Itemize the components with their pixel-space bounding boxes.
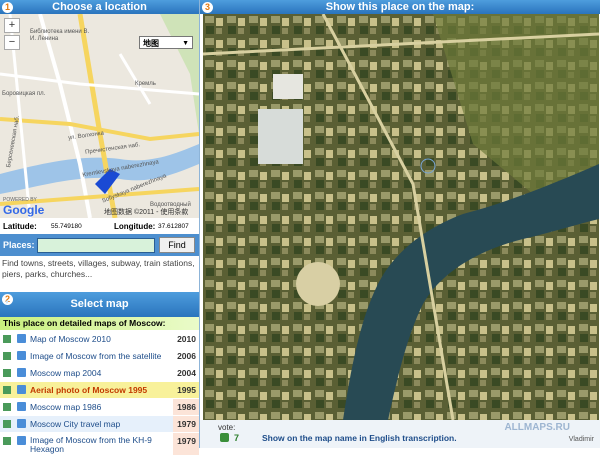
step-number: 1 [2, 2, 13, 13]
vote-label: vote: [218, 423, 236, 432]
map-list: Map of Moscow 2010 2010 Image of Moscow … [0, 331, 199, 456]
map-title[interactable]: Map of Moscow 2010 [30, 334, 111, 344]
step2-header: 2 Select map ▼ [0, 292, 199, 317]
map-title[interactable]: Image of Moscow from the KH-9 Hexagon [30, 436, 170, 454]
list-item[interactable]: Map of Moscow 2010 2010 [0, 331, 199, 348]
map-year: 2010 [177, 334, 196, 344]
step-number: 3 [202, 2, 213, 13]
step1-title: Choose a location [52, 1, 147, 13]
zoom-out-button[interactable]: − [4, 35, 20, 50]
places-input[interactable] [37, 238, 155, 253]
map-label-kremlin: Кремль [135, 81, 156, 87]
caret-down-icon: ▼ [4, 300, 10, 306]
zoom-control: + − [4, 18, 20, 52]
google-logo: Google [3, 203, 45, 217]
layer-icon [17, 351, 26, 360]
author-label: Vladimir [568, 436, 594, 443]
maps-list-title: This place on detailed maps of Moscow: [0, 317, 199, 330]
step2-title: Select map [70, 298, 129, 310]
watermark: ALLMAPS.RU [504, 422, 570, 433]
map-title[interactable]: Aerial photo of Moscow 1995 [30, 385, 147, 395]
map-year: 1995 [177, 385, 196, 395]
find-button[interactable]: Find [159, 237, 195, 253]
map-icon [3, 420, 11, 428]
zoom-in-button[interactable]: + [4, 18, 20, 33]
map-year: 2004 [177, 368, 196, 378]
left-panel: 1 Choose a location + − 地图 ▼ Библиотека … [0, 0, 200, 456]
longitude-label: Longitude: [114, 222, 156, 231]
chevron-down-icon: ▼ [182, 40, 189, 47]
layer-icon [17, 368, 26, 377]
english-transcription-link[interactable]: Show on the map name in English transcri… [262, 433, 457, 443]
coordinates-row: Latitude: 55.749180 Longitude: 37.612807 [0, 218, 199, 234]
location-map[interactable]: + − 地图 ▼ Библиотека имени В. И. Ленина К… [0, 14, 199, 218]
list-item[interactable]: Image of Moscow from the satellite 2006 [0, 348, 199, 365]
latitude-label: Latitude: [3, 222, 37, 231]
map-icon [3, 335, 11, 343]
right-panel: 3 Show this place on the map: [200, 0, 600, 448]
aerial-photo-graphic [203, 14, 599, 420]
map-icon [3, 386, 11, 394]
list-item[interactable]: Moscow map 1986 1986 [0, 399, 199, 416]
places-label: Places: [3, 240, 35, 250]
map-title[interactable]: Image of Moscow from the satellite [30, 351, 161, 361]
layer-icon [17, 402, 26, 411]
step3-title: Show this place on the map: [325, 1, 475, 13]
list-item-selected[interactable]: Aerial photo of Moscow 1995 1995 [0, 382, 199, 399]
map-icon [3, 352, 11, 360]
map-title[interactable]: Moscow map 1986 [30, 402, 101, 412]
list-item[interactable]: Moscow map 2004 2004 [0, 365, 199, 382]
search-hint: Find towns, streets, villages, subway, t… [2, 258, 195, 279]
map-footer: vote: 7 Show on the map name in English … [200, 420, 600, 448]
map-type-select[interactable]: 地图 ▼ [139, 36, 193, 49]
map-icon [3, 403, 11, 411]
layer-icon [17, 334, 26, 343]
places-search-bar: Places: Find [0, 234, 199, 256]
step1-header: 1 Choose a location [0, 0, 199, 14]
layer-icon [17, 436, 26, 445]
map-label-borovitskaya: Боровицкая пл. [2, 91, 46, 97]
map-icon [3, 437, 11, 445]
map-title[interactable]: Moscow City travel map [30, 419, 120, 429]
map-copyright[interactable]: 地图数据 ©2011 - 使用条款 [104, 207, 188, 217]
list-item[interactable]: Moscow City travel map 1979 [0, 416, 199, 433]
map-year: 1986 [177, 402, 196, 412]
vote-count: 7 [234, 433, 240, 443]
step3-header: 3 Show this place on the map: [200, 0, 600, 14]
map-type-label: 地图 [143, 39, 159, 48]
map-year: 1979 [177, 436, 196, 446]
latitude-value: 55.749180 [51, 223, 82, 230]
layer-icon [17, 419, 26, 428]
list-item[interactable]: Image of Moscow from the KH-9 Hexagon 19… [0, 433, 199, 456]
layer-icon [17, 385, 26, 394]
map-year: 1979 [177, 419, 196, 429]
map-icon [3, 369, 11, 377]
aerial-photo-map[interactable] [203, 14, 599, 420]
longitude-value: 37.612807 [158, 223, 189, 230]
map-year: 2006 [177, 351, 196, 361]
map-title[interactable]: Moscow map 2004 [30, 368, 101, 378]
thumbs-up-icon[interactable] [220, 433, 229, 442]
map-label-metro: Библиотека имени В. И. Ленина [30, 29, 90, 42]
